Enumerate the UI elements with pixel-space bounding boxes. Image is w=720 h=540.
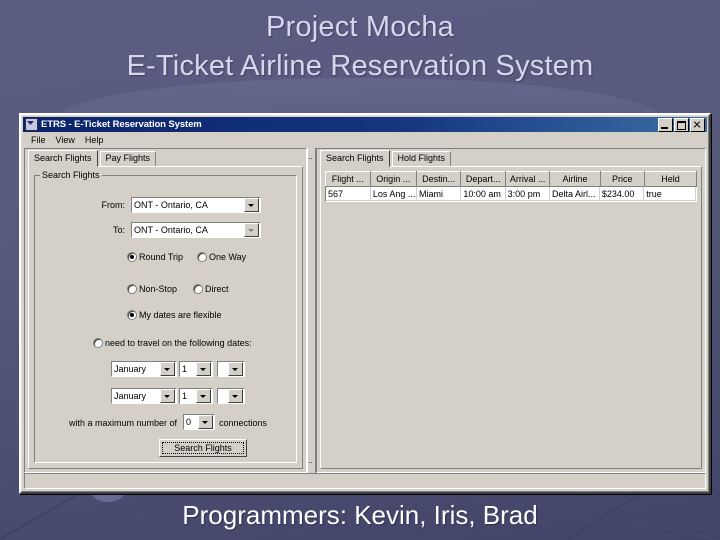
title-line-2: E-Ticket Airline Reservation System [126,49,594,82]
connections-suffix-label: connections [219,418,268,428]
flights-table-header: Flight ... Origin ... Destin... Depart..… [325,171,697,187]
window-title: ETRS - E-Ticket Reservation System [41,119,202,130]
day-value-2: 1 [182,391,188,401]
column-header-airline[interactable]: Airline [549,171,601,187]
cell-destination: Miami [416,187,462,201]
flights-table-rows: 567 Los Ang ... Miami 10:00 am 3:00 pm D… [326,187,696,201]
close-button[interactable] [690,117,705,132]
search-flights-button[interactable]: Search Flights [159,439,247,457]
right-pane: Search Flights Hold Flights Flight ... O… [316,148,706,473]
flights-table-body: 567 Los Ang ... Miami 10:00 am 3:00 pm D… [325,187,697,202]
menu-item-file[interactable]: File [27,134,52,146]
chevron-down-icon[interactable] [196,389,211,403]
column-header-departure[interactable]: Depart... [460,171,506,187]
left-pane: Search Flights Pay Flights Search Flight… [24,148,307,473]
column-header-arrival[interactable]: Arrival ... [504,171,551,187]
connections-combobox[interactable]: 0 [183,414,215,430]
page-title: Project Mocha E-Ticket Airline Reservati… [0,8,720,85]
groupbox-legend: Search Flights [40,170,102,180]
connections-value: 0 [186,417,192,427]
left-tabstrip: Search Flights Pay Flights [28,150,303,167]
footer-credits: Programmers: Kevin, Iris, Brad [182,500,538,530]
window-controls [658,117,706,132]
pane-splitter[interactable] [307,148,316,473]
chevron-down-icon[interactable] [244,223,259,237]
from-label: From: [101,200,126,210]
to-label: To: [112,225,125,235]
tab-search-flights-right[interactable]: Search Flights [320,150,390,167]
day-combobox-1[interactable]: 1 [179,361,213,377]
right-tabstrip: Search Flights Hold Flights [320,150,702,167]
month-value-2: January [114,391,147,401]
cell-held: true [643,187,696,201]
radio-dates-flexible[interactable]: My dates are flexible [127,310,222,320]
month-combobox-2[interactable]: January [111,388,177,404]
menu-bar: File View Help [23,133,707,148]
year-combobox-2[interactable] [217,388,245,404]
column-header-flight[interactable]: Flight ... [325,171,371,187]
year-combobox-1[interactable] [217,361,245,377]
column-header-destination[interactable]: Destin... [415,171,462,187]
chevron-down-icon[interactable] [228,389,243,403]
chevron-down-icon[interactable] [244,198,259,212]
cell-price: $234.00 [599,187,645,201]
application-window: ETRS - E-Ticket Reservation System File … [19,113,711,494]
column-header-price[interactable]: Price [599,171,646,187]
radio-non-stop[interactable]: Non-Stop [127,284,177,294]
title-line-1: Project Mocha [266,11,454,43]
chevron-down-icon[interactable] [198,415,213,429]
minimize-button[interactable] [658,117,673,132]
cell-flight: 567 [326,187,371,201]
tab-pay-flights[interactable]: Pay Flights [99,151,157,167]
search-flights-groupbox: Search Flights From: ONT - Ontario, CA T… [34,170,297,463]
search-flights-tabpage: Search Flights From: ONT - Ontario, CA T… [28,166,303,469]
window-content: Search Flights Pay Flights Search Flight… [24,148,706,473]
day-combobox-2[interactable]: 1 [179,388,213,404]
radio-one-way[interactable]: One Way [197,252,246,262]
menu-item-view[interactable]: View [52,134,81,146]
flights-table: Flight ... Origin ... Destin... Depart..… [325,171,697,202]
presentation-slide: Project Mocha E-Ticket Airline Reservati… [0,0,720,540]
column-header-origin[interactable]: Origin ... [369,171,417,187]
table-row[interactable]: 567 Los Ang ... Miami 10:00 am 3:00 pm D… [326,187,696,201]
window-titlebar[interactable]: ETRS - E-Ticket Reservation System [23,117,707,132]
focus-ring [162,442,244,454]
from-value: ONT - Ontario, CA [134,200,208,210]
app-icon [25,118,38,131]
radio-specific-dates[interactable]: need to travel on the following dates: [93,338,252,348]
connections-prefix-label: with a maximum number of [69,418,178,428]
cell-origin: Los Ang ... [370,187,418,201]
month-value-1: January [114,364,147,374]
to-combobox[interactable]: ONT - Ontario, CA [131,222,261,238]
table-header-row: Flight ... Origin ... Destin... Depart..… [325,171,697,187]
from-combobox[interactable]: ONT - Ontario, CA [131,197,261,213]
maximize-button[interactable] [674,117,689,132]
cell-airline: Delta Airl... [549,187,600,201]
tab-hold-flights[interactable]: Hold Flights [391,151,452,167]
window-inner-frame: ETRS - E-Ticket Reservation System File … [21,115,709,492]
day-value-1: 1 [182,364,188,374]
chevron-down-icon[interactable] [228,362,243,376]
column-header-held[interactable]: Held [644,171,697,187]
radio-direct[interactable]: Direct [193,284,229,294]
chevron-down-icon[interactable] [196,362,211,376]
results-tabpage: Flight ... Origin ... Destin... Depart..… [320,166,702,469]
radio-round-trip[interactable]: Round Trip [127,252,183,262]
to-value: ONT - Ontario, CA [134,225,208,235]
chevron-down-icon[interactable] [160,389,175,403]
menu-item-help[interactable]: Help [81,134,110,146]
tab-search-flights-left[interactable]: Search Flights [28,150,98,167]
month-combobox-1[interactable]: January [111,361,177,377]
chevron-down-icon[interactable] [160,362,175,376]
cell-departure: 10:00 am [460,187,506,201]
cell-arrival: 3:00 pm [505,187,551,201]
status-bar [24,473,706,489]
